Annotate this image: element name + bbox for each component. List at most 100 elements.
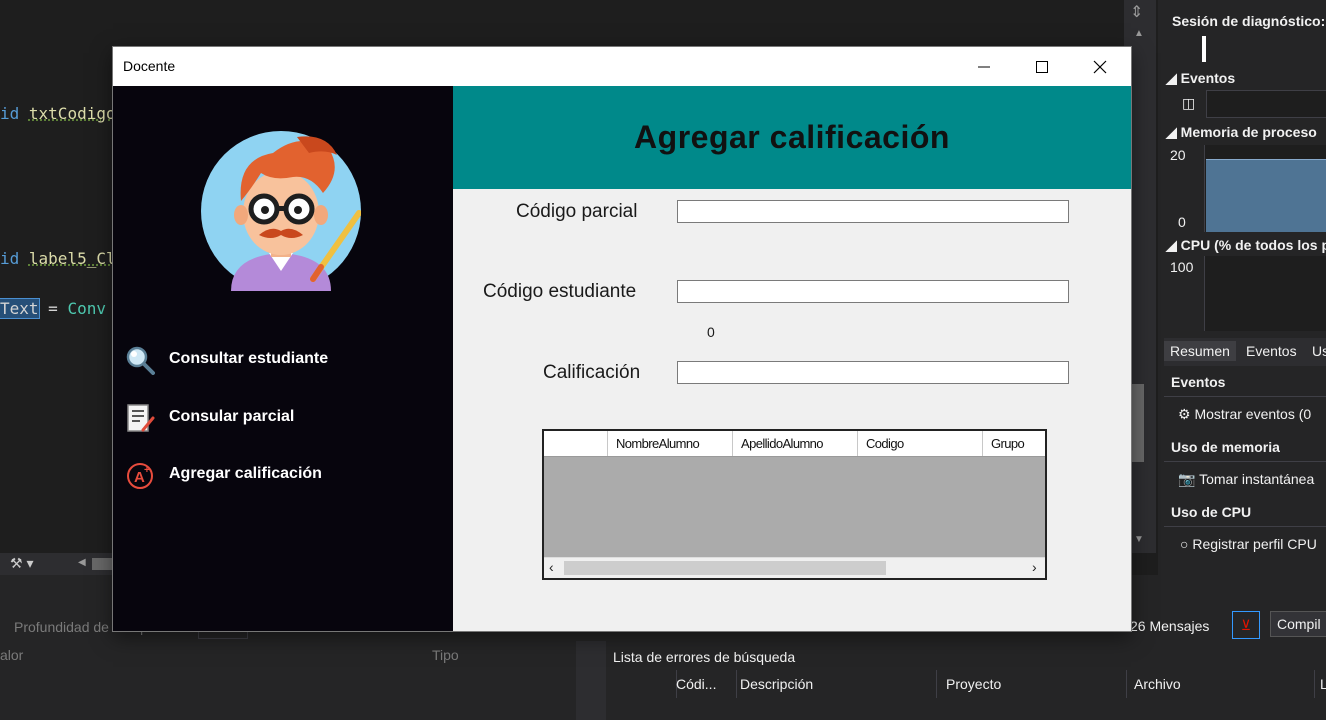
nav-consultar-parcial[interactable]: Consular parcial bbox=[125, 403, 445, 435]
code-line: id txtCodigo bbox=[0, 104, 116, 123]
column-grupo[interactable]: Grupo bbox=[982, 431, 1045, 456]
column-file[interactable]: Archivo bbox=[1126, 670, 1315, 698]
column-nombre-alumno[interactable]: NombreAlumno bbox=[607, 431, 732, 456]
scroll-down-icon[interactable]: ▼ bbox=[1134, 534, 1144, 545]
code-line: Text = Conv bbox=[0, 298, 106, 319]
column-code[interactable]: Códi... bbox=[668, 670, 737, 698]
tab-uso[interactable]: Us bbox=[1312, 343, 1326, 359]
show-events-link[interactable]: ⚙ Mostrar eventos (0 bbox=[1178, 406, 1311, 423]
divider bbox=[1164, 396, 1326, 397]
code-identifier: txtCodigo bbox=[28, 104, 116, 123]
nav-agregar-calificacion[interactable]: A + Agregar calificación bbox=[125, 460, 445, 492]
docente-window: Docente Consultar estudiante Consular pa… bbox=[113, 47, 1131, 631]
code-identifier: Conv bbox=[67, 299, 106, 318]
build-dropdown[interactable]: Compil bbox=[1270, 611, 1326, 637]
column-line[interactable]: L bbox=[1312, 670, 1326, 698]
nav-label: Agregar calificación bbox=[169, 465, 322, 482]
collapse-icon: ◢ bbox=[1166, 237, 1181, 253]
error-list-title: Lista de errores de búsqueda bbox=[613, 649, 796, 665]
memory-axis-min: 0 bbox=[1178, 214, 1186, 230]
scrollbar-thumb[interactable] bbox=[564, 561, 886, 575]
column-apellido-alumno[interactable]: ApellidoAlumno bbox=[732, 431, 857, 456]
calificacion-input[interactable] bbox=[677, 361, 1069, 384]
codigo-estudiante-input[interactable] bbox=[677, 280, 1069, 303]
counter-label: 0 bbox=[707, 324, 715, 340]
svg-text:+: + bbox=[144, 465, 150, 476]
column-value[interactable]: alor bbox=[0, 647, 23, 663]
watch-scrollbar[interactable] bbox=[576, 641, 606, 720]
diagnostic-tools-panel: Sesión de diagnóstico: ◢ Eventos ◫ ◢ Mem… bbox=[1158, 0, 1326, 575]
codigo-parcial-input[interactable] bbox=[677, 200, 1069, 223]
sidebar: Consultar estudiante Consular parcial A … bbox=[113, 86, 453, 631]
camera-icon: 📷 bbox=[1178, 471, 1200, 487]
tab-eventos[interactable]: Eventos bbox=[1246, 343, 1297, 359]
code-line: id label5_Cl bbox=[0, 249, 116, 268]
title-bar[interactable]: Docente bbox=[113, 47, 1131, 86]
column-description[interactable]: Descripción bbox=[732, 670, 937, 698]
cpu-axis-max: 100 bbox=[1170, 259, 1194, 275]
codigo-parcial-label: Código parcial bbox=[516, 201, 638, 222]
maximize-icon bbox=[1036, 61, 1048, 73]
memory-section-header[interactable]: ◢ Memoria de proceso bbox=[1166, 124, 1317, 141]
memory-usage-area bbox=[1206, 159, 1326, 232]
scroll-up-icon[interactable]: ▲ bbox=[1134, 28, 1144, 39]
scroll-left-icon[interactable]: ◀ bbox=[78, 557, 86, 568]
minimize-button[interactable] bbox=[955, 47, 1013, 86]
brush-icon[interactable]: ⚒ ▾ bbox=[10, 555, 33, 572]
divider bbox=[1164, 526, 1326, 527]
summary-memory-heading: Uso de memoria bbox=[1171, 439, 1280, 455]
events-timeline bbox=[1206, 90, 1326, 118]
magnifier-icon bbox=[126, 346, 155, 375]
codigo-estudiante-label: Código estudiante bbox=[483, 281, 637, 302]
collapse-icon: ◢ bbox=[1166, 124, 1181, 140]
divider bbox=[1164, 461, 1326, 462]
nav-consultar-estudiante[interactable]: Consultar estudiante bbox=[125, 345, 445, 377]
add-grade-icon: A + bbox=[127, 463, 153, 489]
messages-filter[interactable]: 26 Mensajes bbox=[1130, 618, 1209, 634]
maximize-button[interactable] bbox=[1013, 47, 1071, 86]
split-icon[interactable]: ⇕ bbox=[1130, 2, 1143, 22]
record-icon: ○ bbox=[1180, 536, 1193, 552]
cpu-section-header[interactable]: ◢ CPU (% de todos los p bbox=[1166, 237, 1326, 254]
datagrid-header: NombreAlumno ApellidoAlumno Codigo Grupo bbox=[544, 431, 1045, 457]
column-type[interactable]: Tipo bbox=[432, 647, 459, 663]
close-button[interactable] bbox=[1071, 47, 1129, 86]
minimize-icon bbox=[978, 66, 990, 68]
column-codigo[interactable]: Codigo bbox=[857, 431, 982, 456]
summary-cpu-heading: Uso de CPU bbox=[1171, 504, 1252, 520]
calificacion-label: Calificación bbox=[543, 362, 641, 383]
code-operator: = bbox=[38, 299, 68, 318]
scroll-right-icon[interactable]: › bbox=[1032, 559, 1037, 575]
code-keyword: id bbox=[0, 249, 20, 268]
document-icon bbox=[127, 404, 155, 432]
events-icon: ⚙ bbox=[1178, 406, 1195, 422]
events-section-header[interactable]: ◢ Eventos bbox=[1166, 70, 1235, 87]
timeline-marker[interactable] bbox=[1202, 36, 1206, 62]
page-title: Agregar calificación bbox=[634, 119, 950, 155]
close-icon bbox=[1093, 60, 1107, 74]
window-title: Docente bbox=[123, 58, 176, 74]
record-cpu-link[interactable]: ○ Registrar perfil CPU bbox=[1180, 536, 1317, 552]
teacher-avatar bbox=[201, 131, 361, 291]
nav-label: Consular parcial bbox=[169, 408, 295, 425]
scroll-left-icon[interactable]: ‹ bbox=[549, 559, 554, 575]
filter-icon[interactable]: ⊻ bbox=[1232, 611, 1260, 639]
students-datagrid[interactable]: NombreAlumno ApellidoAlumno Codigo Grupo… bbox=[542, 429, 1047, 580]
diagnostic-session-title: Sesión de diagnóstico: bbox=[1172, 13, 1326, 29]
scrollbar-thumb[interactable] bbox=[1132, 384, 1144, 462]
diagnostic-tabs: Resumen Eventos Us bbox=[1164, 338, 1326, 366]
code-selection: Text bbox=[0, 298, 40, 319]
summary-events-heading: Eventos bbox=[1171, 374, 1226, 390]
page-header: Agregar calificación bbox=[453, 86, 1131, 189]
cpu-chart bbox=[1204, 256, 1326, 331]
column-project[interactable]: Proyecto bbox=[938, 670, 1127, 698]
take-snapshot-link[interactable]: 📷 Tomar instantánea bbox=[1178, 471, 1314, 488]
code-identifier: label5_Cl bbox=[28, 249, 116, 268]
memory-chart bbox=[1204, 145, 1326, 232]
collapse-icon: ◢ bbox=[1166, 70, 1181, 86]
memory-axis-max: 20 bbox=[1170, 147, 1186, 163]
tab-resumen[interactable]: Resumen bbox=[1164, 341, 1236, 361]
pause-icon[interactable]: ◫ bbox=[1182, 95, 1195, 112]
row-header-corner bbox=[544, 431, 607, 456]
datagrid-horizontal-scrollbar[interactable]: ‹ › bbox=[544, 557, 1045, 578]
